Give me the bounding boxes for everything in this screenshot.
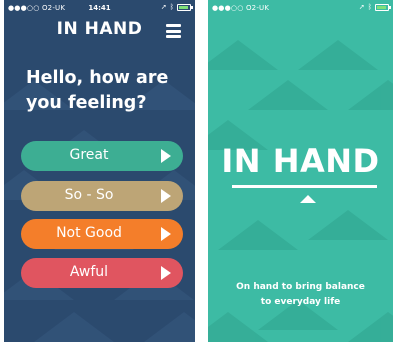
mood-great-button[interactable]: Great	[21, 141, 183, 171]
battery-icon	[375, 3, 391, 11]
tagline-line-2: to everyday life	[260, 297, 341, 307]
mood-awful-label: Awful	[69, 264, 109, 280]
status-bar: ●●●○○ O2-UK ➚ ᛒ	[208, 0, 393, 16]
splash-screen: ●●●○○ O2-UK ➚ ᛒ IN HAND On hand to bring…	[208, 0, 393, 342]
location-icon: ➚	[358, 3, 365, 11]
status-icons: ➚ ᛒ	[358, 3, 391, 11]
play-arrow-icon	[161, 266, 171, 280]
mood-not-good-button[interactable]: Not Good	[21, 219, 183, 249]
status-icons: ➚ ᛒ	[160, 3, 193, 11]
hamburger-menu-icon[interactable]	[166, 24, 181, 38]
bluetooth-icon: ᛒ	[169, 3, 174, 11]
up-caret-icon	[300, 195, 316, 203]
play-arrow-icon	[161, 227, 171, 241]
mood-great-label: Great	[69, 147, 109, 163]
triangle-pattern-background	[4, 80, 195, 342]
battery-icon	[177, 3, 193, 11]
app-header: IN HAND	[4, 16, 195, 46]
mood-awful-button[interactable]: Awful	[21, 258, 183, 288]
mood-soso-button[interactable]: So - So	[21, 181, 183, 211]
carrier-label: ●●●○○ O2-UK	[212, 4, 270, 12]
status-bar: ●●●○○ O2-UK 14:41 ➚ ᛒ	[4, 0, 195, 16]
greeting-heading: Hello, how are you feeling?	[26, 68, 169, 113]
mood-screen: ●●●○○ O2-UK 14:41 ➚ ᛒ IN HAND Hello, how…	[4, 0, 195, 342]
location-icon: ➚	[160, 3, 167, 11]
tagline: On hand to bring balance to everyday lif…	[218, 280, 383, 310]
bluetooth-icon: ᛒ	[367, 3, 372, 11]
tagline-line-1: On hand to bring balance	[236, 282, 365, 292]
mood-not-good-label: Not Good	[56, 225, 122, 241]
in-hand-logo: IN HAND	[221, 142, 380, 180]
logo-underline	[232, 185, 377, 188]
mood-soso-label: So - So	[64, 187, 114, 203]
play-arrow-icon	[161, 189, 171, 203]
play-arrow-icon	[161, 149, 171, 163]
